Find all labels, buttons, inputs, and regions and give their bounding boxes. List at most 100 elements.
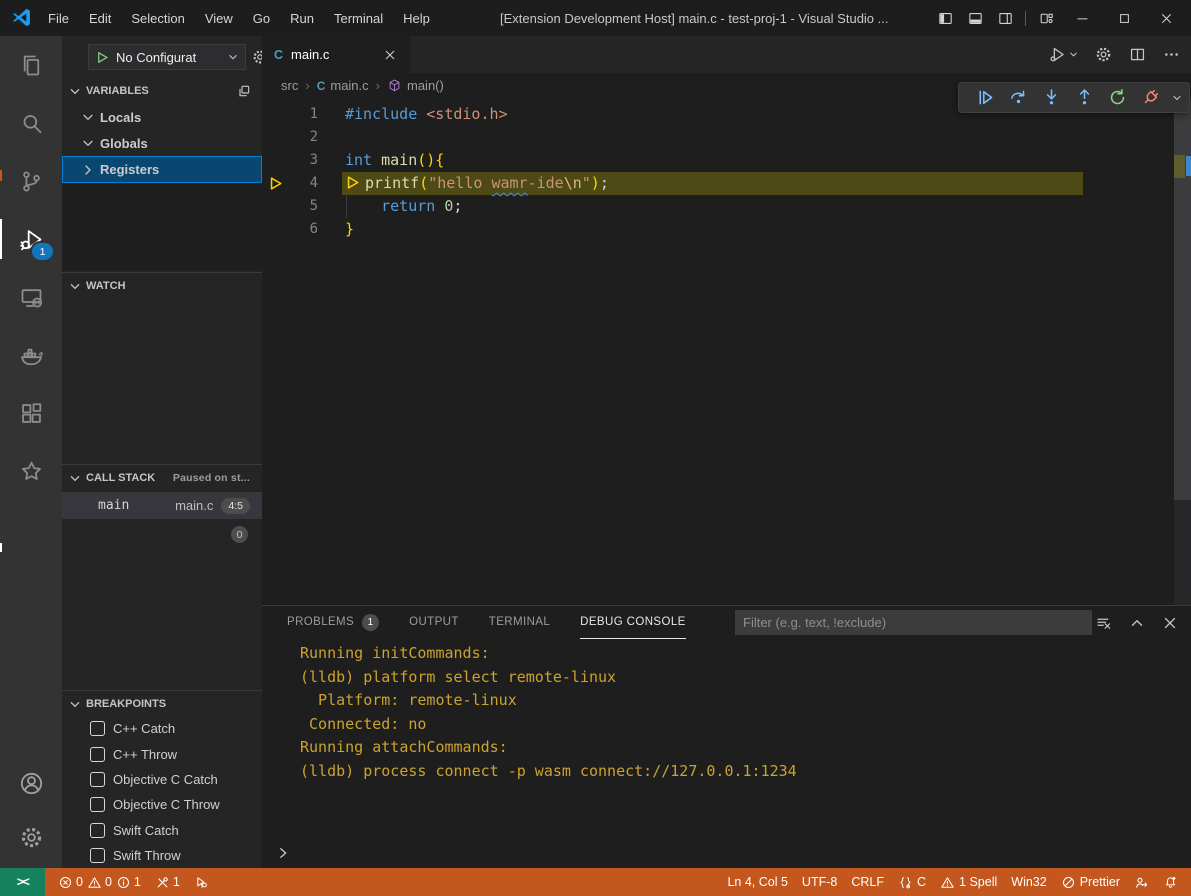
breakpoint-objective-c-catch[interactable]: Objective C Catch <box>62 767 262 792</box>
breakpoint-c-throw[interactable]: C++ Throw <box>62 741 262 766</box>
activity-item-source-control[interactable] <box>0 152 62 210</box>
step-out-button[interactable] <box>1072 86 1096 110</box>
status-tasks[interactable]: 1 <box>148 868 187 896</box>
editor-scrollbar[interactable] <box>1174 98 1191 605</box>
variables-section-header[interactable]: VARIABLES <box>62 78 262 104</box>
maximize-button[interactable] <box>1103 3 1145 33</box>
code-token: " <box>582 174 591 192</box>
close-window-button[interactable] <box>1145 3 1187 33</box>
variables-item-registers[interactable]: Registers <box>62 156 262 183</box>
remote-indicator[interactable]: >< <box>0 868 45 896</box>
variables-body[interactable] <box>62 184 262 271</box>
minimize-button[interactable] <box>1061 3 1103 33</box>
status-encoding[interactable]: UTF-8 <box>795 868 844 896</box>
panel-tab-output[interactable]: OUTPUT <box>409 606 459 639</box>
breakpoint-label: Objective C Catch <box>113 772 218 787</box>
run-or-debug-button[interactable] <box>1048 45 1079 64</box>
panel-tab-terminal[interactable]: TERMINAL <box>489 606 550 639</box>
maximize-panel-icon[interactable] <box>1128 614 1146 632</box>
close-tab-icon[interactable] <box>382 47 398 63</box>
activity-item-extensions[interactable] <box>0 384 62 442</box>
panel-tab-debug-console[interactable]: DEBUG CONSOLE <box>580 606 686 639</box>
breakpoint-checkbox[interactable] <box>90 797 105 812</box>
split-editor-button[interactable] <box>1128 45 1147 64</box>
breadcrumb-item-main-c[interactable]: Cmain.c <box>317 78 369 93</box>
code-editor[interactable]: 1#include <stdio.h>23int main(){4printf(… <box>262 98 1174 605</box>
activity-item-settings[interactable] <box>0 810 62 864</box>
status-spell-checker[interactable]: 1 Spell <box>933 868 1004 896</box>
status-formatter[interactable]: Prettier <box>1054 868 1127 896</box>
panel-tab-problems[interactable]: PROBLEMS1 <box>287 606 379 639</box>
menu-file[interactable]: File <box>38 5 79 31</box>
step-into-button[interactable] <box>1039 86 1063 110</box>
clear-console-icon[interactable] <box>1095 614 1113 632</box>
menu-go[interactable]: Go <box>243 5 280 31</box>
menu-selection[interactable]: Selection <box>121 5 194 31</box>
activity-item-search[interactable] <box>0 94 62 152</box>
restart-button[interactable] <box>1105 86 1129 110</box>
copy-icon[interactable] <box>236 83 252 99</box>
variables-item-locals[interactable]: Locals <box>62 104 262 130</box>
breakpoint-c-catch[interactable]: C++ Catch <box>62 716 262 741</box>
breakpoint-checkbox[interactable] <box>90 848 105 863</box>
activity-item-star[interactable] <box>0 442 62 500</box>
console-prompt-icon[interactable] <box>275 845 291 861</box>
line-number[interactable]: 4 <box>262 172 318 195</box>
status-problems[interactable]: 001 <box>51 868 148 896</box>
menu-terminal[interactable]: Terminal <box>324 5 393 31</box>
breakpoint-checkbox[interactable] <box>90 772 105 787</box>
breakpoint-swift-throw[interactable]: Swift Throw <box>62 843 262 868</box>
status-debug-status[interactable] <box>187 868 216 896</box>
customize-layout-icon[interactable] <box>1031 3 1061 33</box>
debug-config-dropdown[interactable]: No Configurat <box>88 44 246 70</box>
breakpoint-checkbox[interactable] <box>90 721 105 736</box>
menu-edit[interactable]: Edit <box>79 5 121 31</box>
chevron-down-icon[interactable] <box>1171 92 1183 104</box>
status-eol[interactable]: CRLF <box>844 868 891 896</box>
activity-item-account[interactable] <box>0 756 62 810</box>
breadcrumb-item-src[interactable]: src <box>281 78 298 93</box>
call-stack-section-header[interactable]: CALL STACK Paused on st... <box>62 464 262 491</box>
menu-run[interactable]: Run <box>280 5 324 31</box>
more-actions-icon <box>1162 45 1181 64</box>
breakpoints-section-header[interactable]: BREAKPOINTS <box>62 690 262 717</box>
line-number[interactable]: 3 <box>262 149 318 172</box>
continue-button[interactable] <box>973 86 997 110</box>
line-number[interactable]: 5 <box>262 195 318 218</box>
debug-console-filter-input[interactable] <box>735 610 1092 635</box>
breadcrumb-item-main[interactable]: main() <box>387 78 444 93</box>
line-number[interactable]: 2 <box>262 126 318 149</box>
status-cursor-position[interactable]: Ln 4, Col 5 <box>720 868 794 896</box>
menu-view[interactable]: View <box>195 5 243 31</box>
disconnect-button[interactable] <box>1138 86 1162 110</box>
breakpoint-checkbox[interactable] <box>90 747 105 762</box>
status-feedback[interactable] <box>1127 868 1156 896</box>
breakpoint-objective-c-throw[interactable]: Objective C Throw <box>62 792 262 817</box>
activity-item-explorer[interactable] <box>0 36 62 94</box>
variables-item-globals[interactable]: Globals <box>62 130 262 156</box>
breakpoint-checkbox[interactable] <box>90 823 105 838</box>
toggle-panel-icon[interactable] <box>960 3 990 33</box>
status-platform[interactable]: Win32 <box>1004 868 1053 896</box>
breadcrumb-label: src <box>281 78 298 93</box>
settings-gear-button[interactable] <box>1094 45 1113 64</box>
watch-section-header[interactable]: WATCH <box>62 272 262 299</box>
more-actions-button[interactable] <box>1162 45 1181 64</box>
call-stack-row[interactable]: 0 <box>62 522 262 548</box>
debug-settings-gear-icon[interactable] <box>251 48 262 66</box>
close-panel-icon[interactable] <box>1161 614 1179 632</box>
breakpoint-swift-catch[interactable]: Swift Catch <box>62 818 262 843</box>
step-over-button[interactable] <box>1006 86 1030 110</box>
status-language-mode[interactable]: C <box>891 868 933 896</box>
toggle-secondary-sidebar-icon[interactable] <box>990 3 1020 33</box>
activity-item-run-and-debug[interactable]: 1 <box>0 210 62 268</box>
menu-help[interactable]: Help <box>393 5 440 31</box>
line-number[interactable]: 6 <box>262 218 318 241</box>
activity-item-remote-explorer[interactable] <box>0 268 62 326</box>
toggle-sidebar-icon[interactable] <box>930 3 960 33</box>
line-number[interactable]: 1 <box>262 103 318 126</box>
status-notifications[interactable] <box>1156 868 1185 896</box>
activity-item-docker[interactable] <box>0 326 62 384</box>
tab-main-c[interactable]: C main.c <box>262 36 410 73</box>
call-stack-frame[interactable]: main main.c 4:5 <box>62 492 262 519</box>
